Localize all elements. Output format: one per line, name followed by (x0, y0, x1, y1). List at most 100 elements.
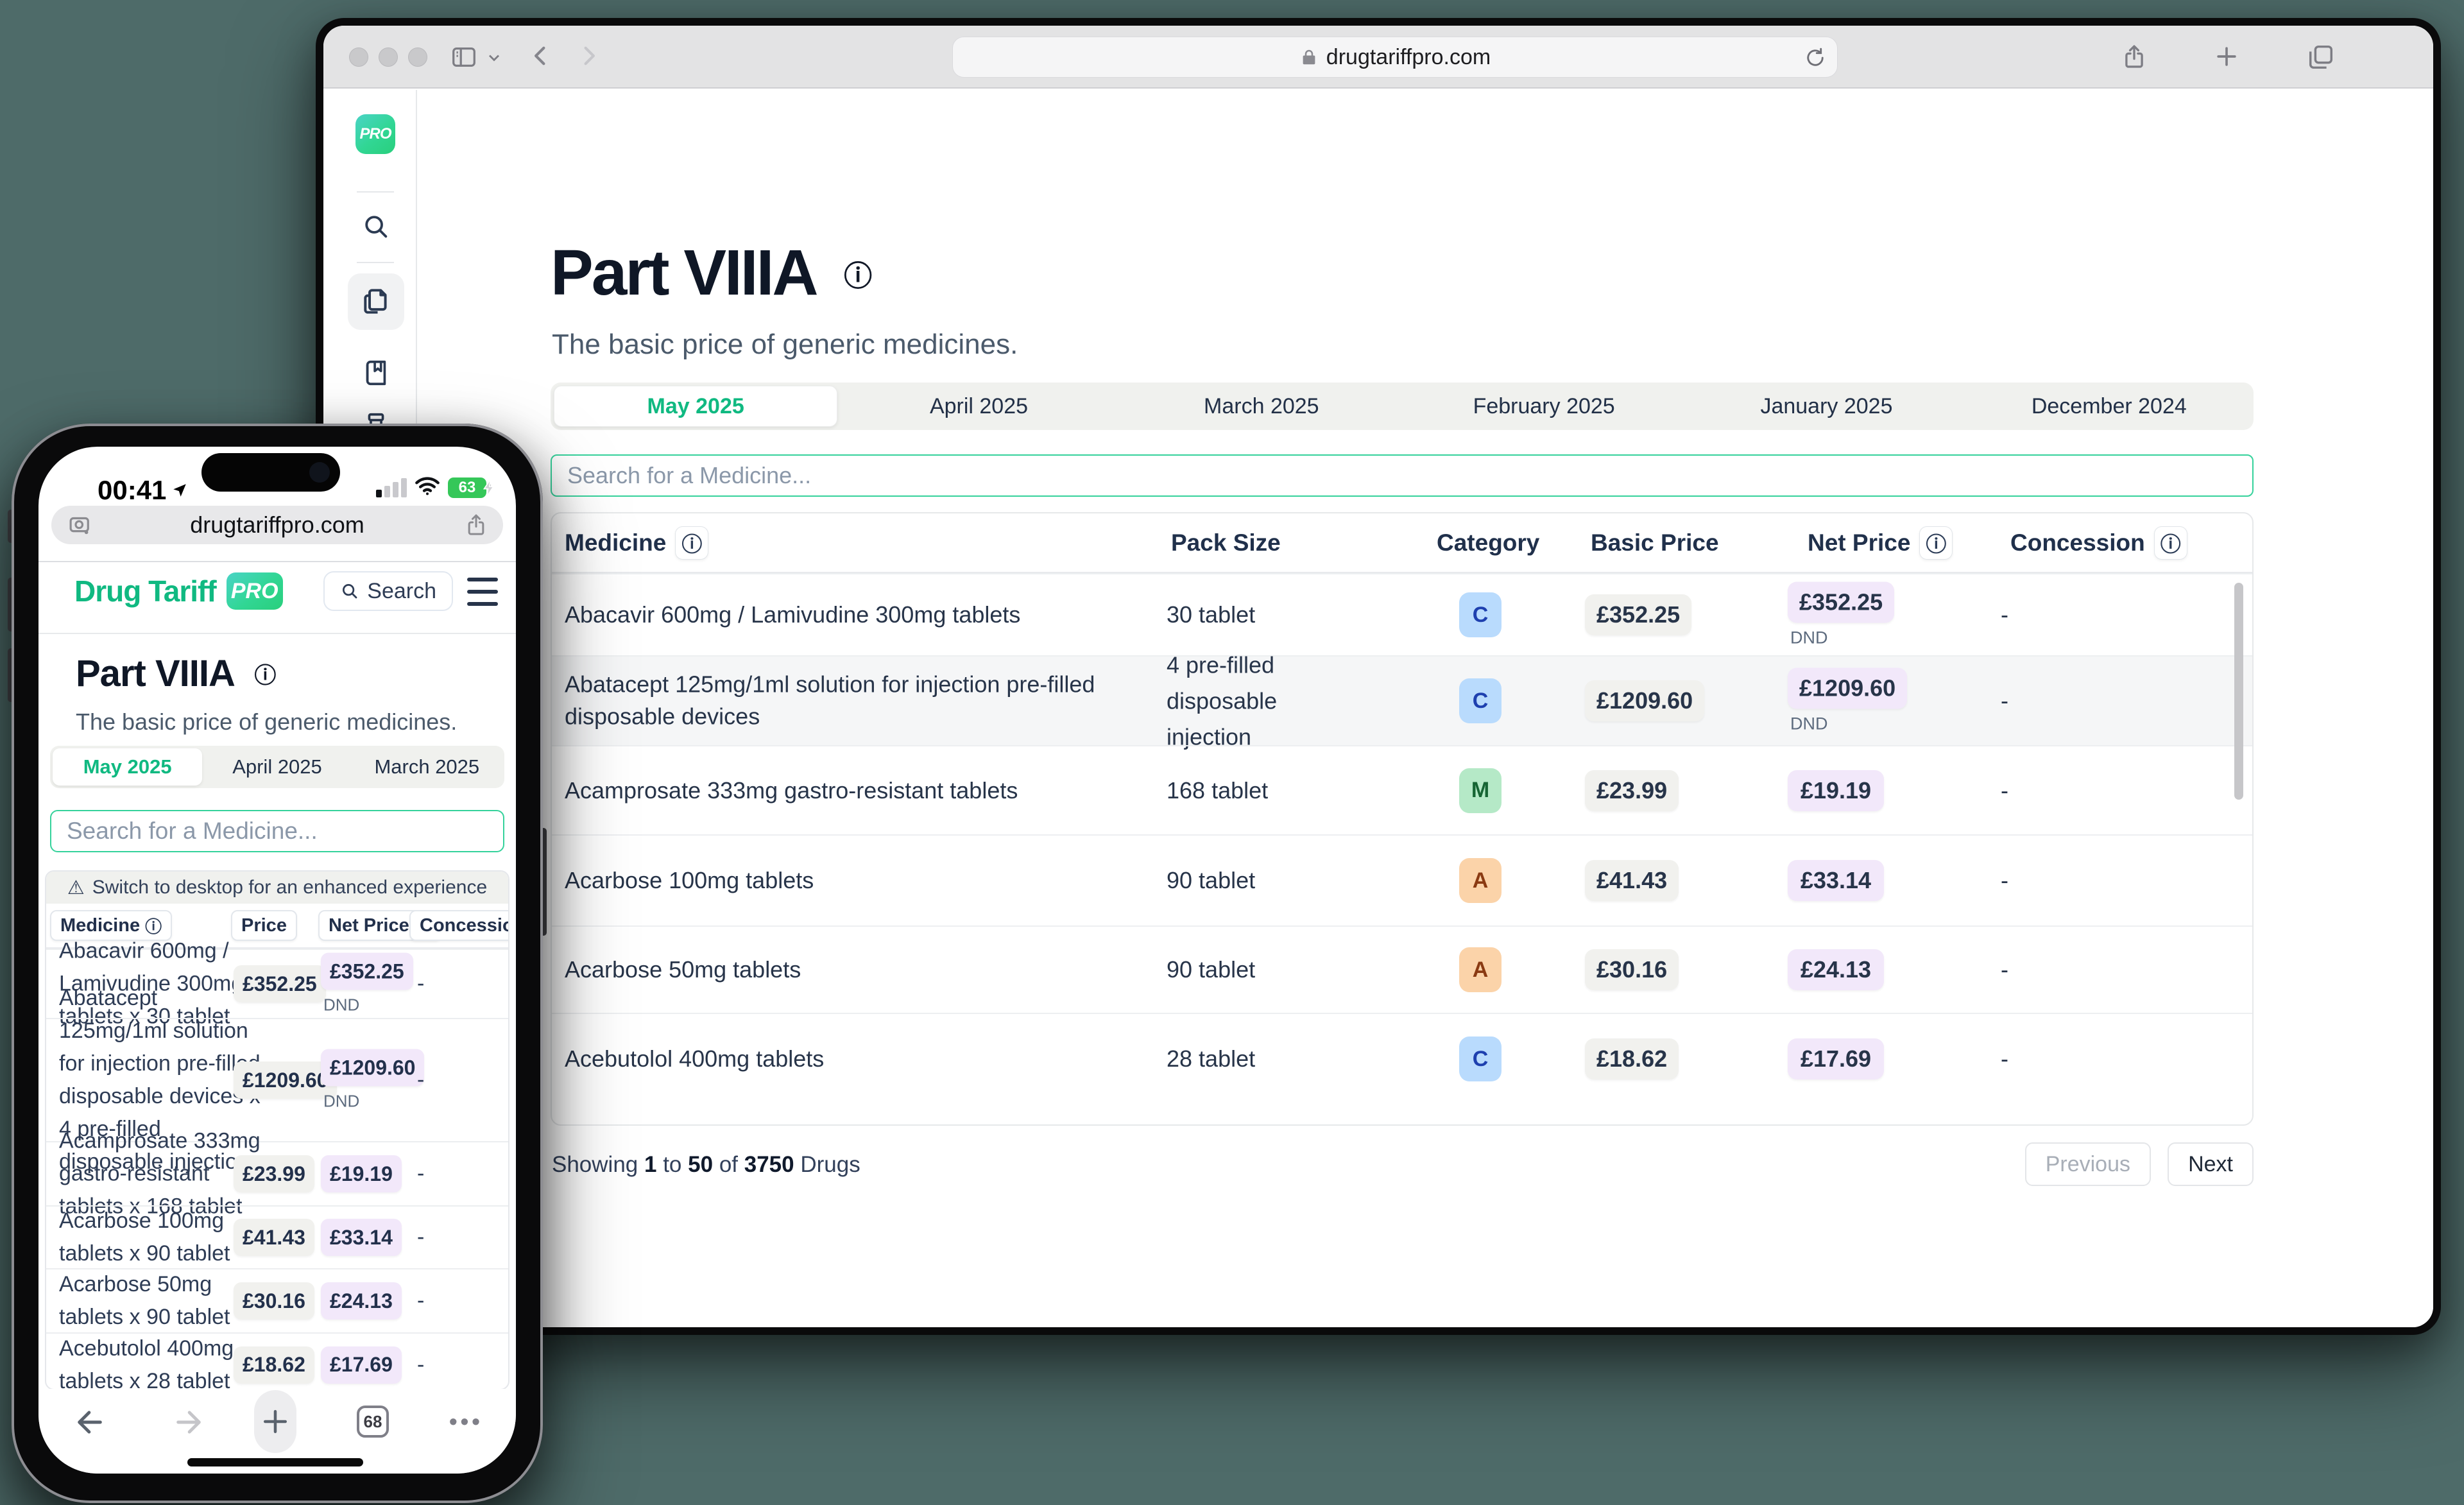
previous-button[interactable]: Previous (2025, 1142, 2151, 1186)
price-badge: £23.99 (234, 1155, 314, 1192)
back-button[interactable] (527, 42, 554, 69)
concession-value: - (417, 1068, 424, 1093)
net-price-badge: £17.69 (1788, 1038, 1884, 1079)
pro-logo[interactable]: PRO (355, 114, 395, 154)
tab-april-2025[interactable]: April 2025 (837, 386, 1120, 427)
concession-value: - (417, 1162, 424, 1187)
brand-name[interactable]: Drug Tariff (74, 574, 216, 608)
hamburger-menu-icon[interactable] (467, 578, 498, 606)
net-price-badge: £24.13 (1788, 949, 1884, 990)
traffic-light-zoom-button[interactable] (408, 47, 427, 67)
web-page: PRO (323, 90, 2433, 1327)
address-bar[interactable]: drugtariffpro.com (952, 37, 1838, 78)
search-button[interactable]: Search (323, 571, 453, 611)
tab-january-2025[interactable]: January 2025 (1685, 386, 1967, 427)
info-icon[interactable]: ⓘ (252, 660, 278, 687)
tab-may-2025[interactable]: May 2025 (554, 386, 837, 427)
medicines-table: Medicineⓘ Pack Size Category Basic Price… (551, 512, 2254, 1126)
traffic-light-minimize-button[interactable] (379, 47, 398, 67)
tab-december-2024[interactable]: December 2024 (1968, 386, 2250, 427)
header-category: Category (1437, 529, 1539, 556)
category-badge: A (1459, 858, 1502, 903)
net-price-badge: £1209.60 (321, 1049, 424, 1087)
info-icon[interactable]: ⓘ (1919, 526, 1953, 560)
net-price-badge: £19.19 (321, 1155, 402, 1192)
mobile-address-bar[interactable]: drugtariffpro.com (51, 506, 503, 544)
medicine-search-input[interactable] (50, 810, 504, 852)
info-icon[interactable]: ⓘ (2154, 526, 2187, 560)
tab-march-2025[interactable]: March 2025 (352, 748, 502, 786)
new-tab-button[interactable] (258, 1404, 293, 1439)
reload-icon[interactable] (1804, 46, 1827, 75)
basic-price-badge: £41.43 (1585, 860, 1679, 901)
search-icon[interactable] (361, 212, 391, 241)
tab-march-2025[interactable]: March 2025 (1120, 386, 1403, 427)
table-row: Acarbose 50mg tablets x 90 tablet £30.16… (46, 1268, 508, 1332)
front-camera (309, 462, 330, 483)
back-button[interactable] (72, 1404, 108, 1440)
table-row: Acebutolol 400mg tablets 28 tablet C £18… (552, 1013, 2252, 1104)
concession-value: - (417, 1289, 424, 1314)
camera-icon[interactable] (67, 512, 94, 544)
share-icon[interactable] (2120, 42, 2148, 71)
browser-window: drugtariffpro.com PRO (316, 18, 2441, 1335)
forward-button[interactable] (575, 42, 602, 69)
showing-summary: Showing 1 to 50 of 3750 Drugs (552, 1152, 860, 1178)
medicine-search-input[interactable] (551, 454, 2254, 497)
table-row: Acarbose 100mg tablets x 90 tablet £41.4… (46, 1205, 508, 1268)
forward-button[interactable] (171, 1404, 207, 1440)
table-row: Acamprosate 333mg gastro-resistant table… (552, 745, 2252, 834)
chevron-down-icon[interactable] (485, 49, 503, 67)
battery-indicator: 63 (448, 477, 486, 498)
medicines-table: ⚠ Switch to desktop for an enhanced expe… (45, 870, 509, 1390)
tab-may-2025[interactable]: May 2025 (53, 748, 202, 786)
concession-value: - (2001, 956, 2008, 983)
desktop-suggestion-banner: ⚠ Switch to desktop for an enhanced expe… (46, 872, 508, 904)
search-icon (340, 581, 359, 601)
tab-april-2025[interactable]: April 2025 (202, 748, 352, 786)
header-basic-price: Basic Price (1591, 529, 1719, 556)
more-options-icon[interactable]: ••• (449, 1408, 483, 1435)
book-icon[interactable] (361, 358, 391, 388)
cellular-signal-icon (376, 478, 407, 497)
table-scrollbar[interactable] (2234, 583, 2243, 800)
traffic-light-close-button[interactable] (349, 47, 368, 67)
status-time: 00:41 (98, 475, 188, 506)
category-badge: C (1459, 678, 1502, 723)
info-icon[interactable]: ⓘ (675, 526, 708, 560)
header-concession[interactable]: Concessionⓘ (409, 910, 509, 941)
sidebar-toggle-icon[interactable] (449, 42, 479, 72)
basic-price-badge: £1209.60 (1585, 680, 1704, 721)
sidebar-divider (357, 191, 394, 193)
info-icon[interactable]: ⓘ (840, 256, 875, 291)
pro-badge: PRO (227, 572, 283, 610)
net-price-badge: £352.25 (321, 953, 413, 990)
category-badge: A (1459, 947, 1502, 992)
new-tab-icon[interactable] (2212, 42, 2241, 71)
page-title: Part VIIIA (551, 236, 817, 310)
net-price-badge: £17.69 (321, 1346, 402, 1384)
page-title-row: Part VIIIA ⓘ (551, 236, 875, 310)
price-badge: £30.16 (234, 1282, 314, 1320)
table-row: Abatacept 125mg/1ml solution for injecti… (552, 655, 2252, 745)
concession-value: - (2001, 777, 2008, 804)
next-button[interactable]: Next (2168, 1142, 2254, 1186)
tab-overview-button[interactable]: 68 (357, 1406, 389, 1438)
category-badge: C (1459, 1036, 1502, 1081)
header-medicine: Medicine (565, 529, 666, 556)
table-row: Acebutolol 400mg tablets x 28 tablet £18… (46, 1332, 508, 1390)
net-price-badge: £352.25 (1788, 582, 1894, 623)
status-icons: 63 (376, 476, 486, 499)
tab-february-2025[interactable]: February 2025 (1403, 386, 1685, 427)
page-subtitle: The basic price of generic medicines. (76, 709, 457, 735)
home-indicator[interactable] (187, 1458, 363, 1466)
documents-icon[interactable] (348, 273, 404, 330)
iphone-mockup: 00:41 63 d (12, 424, 543, 1503)
table-row: Abatacept 125mg/1ml solution for injecti… (46, 1018, 508, 1141)
share-icon[interactable] (463, 512, 489, 544)
price-badge: £18.62 (234, 1346, 314, 1384)
header-net-price: Net Price (1808, 529, 1910, 556)
tab-overview-icon[interactable] (2306, 42, 2336, 72)
page-title-row: Part VIIIA ⓘ (76, 652, 278, 695)
net-price-badge: £19.19 (1788, 770, 1884, 811)
